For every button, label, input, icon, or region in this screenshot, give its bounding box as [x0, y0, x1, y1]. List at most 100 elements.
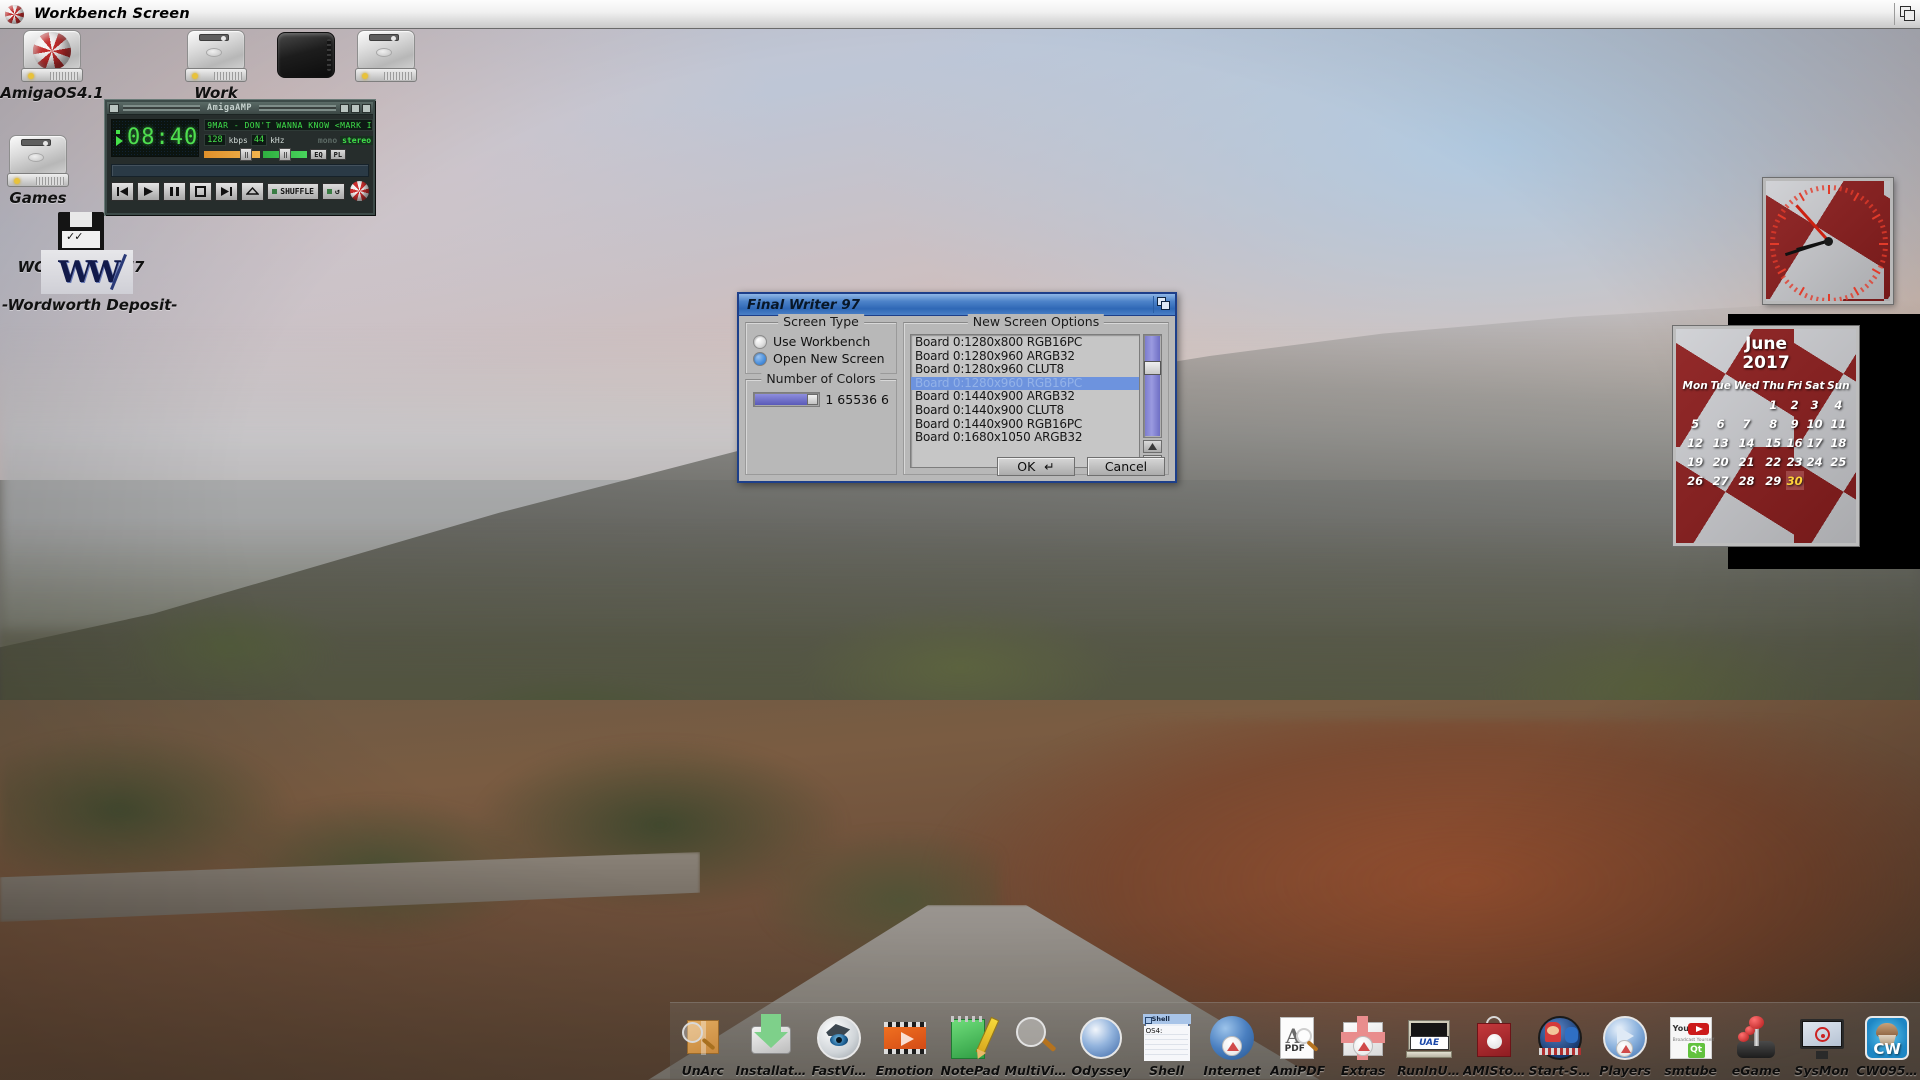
calendar-day[interactable]: 18	[1826, 433, 1851, 452]
scroll-up-button[interactable]	[1143, 440, 1162, 453]
dock-item-cw095[interactable]: CW CW095…	[1854, 1014, 1920, 1080]
dock-item-odyssey[interactable]: Odyssey	[1068, 1014, 1134, 1080]
amiga-ball-icon[interactable]	[349, 181, 369, 201]
radio-icon[interactable]	[753, 334, 767, 349]
balance-slider[interactable]	[263, 148, 308, 161]
amigaamp-title-bar[interactable]: AmigaAMP	[107, 102, 373, 115]
dialog-title-bar[interactable]: Final Writer 97	[739, 294, 1175, 316]
play-button[interactable]	[137, 181, 161, 201]
calendar-day[interactable]: 11	[1826, 414, 1851, 433]
list-item-selected[interactable]: Board 0:1280x960 RGB16PC	[911, 376, 1139, 391]
calendar-day[interactable]: 13	[1709, 433, 1732, 452]
screen-title-bar[interactable]: Workbench Screen	[0, 0, 1920, 29]
calendar-day[interactable]: 1	[1761, 395, 1786, 414]
repeat-button[interactable]: ↺	[322, 182, 345, 200]
list-item[interactable]: Board 0:1440x900 RGB16PC	[911, 417, 1139, 432]
amidock-bar[interactable]: UnArc Installat… FastVi… Emotion NotePad Mult…	[670, 1002, 1920, 1080]
amigaamp-window[interactable]: AmigaAMP 08:40 9MAR - DON'T WANNA KNOW <…	[105, 100, 375, 215]
calendar-day[interactable]: 3	[1804, 395, 1826, 414]
scrollbar-track[interactable]	[1143, 334, 1162, 438]
dock-item-notepad[interactable]: NotePad	[937, 1014, 1003, 1080]
window-gadgets[interactable]	[340, 103, 372, 113]
calendar-day[interactable]: 8	[1761, 414, 1786, 433]
calendar-day[interactable]: 16	[1786, 433, 1804, 452]
list-item[interactable]: Board 0:1440x900 CLUT8	[911, 403, 1139, 418]
calendar-day[interactable]: 12	[1681, 433, 1709, 452]
calendar-day[interactable]: 19	[1681, 452, 1709, 471]
dock-item-amisto[interactable]: AMISto…	[1461, 1014, 1527, 1080]
calendar-day[interactable]: 24	[1804, 452, 1826, 471]
dock-item-sysmon[interactable]: SysMon	[1789, 1014, 1855, 1080]
dock-item-shell[interactable]: Shell OS4: Shell	[1134, 1014, 1200, 1080]
calendar-day[interactable]: 23	[1786, 452, 1804, 471]
calendar-day[interactable]: 7	[1732, 414, 1761, 433]
dock-item-extras[interactable]: Extras	[1330, 1014, 1396, 1080]
calendar-day[interactable]: 2	[1786, 395, 1804, 414]
depth-gadget-icon[interactable]	[1153, 296, 1172, 313]
calendar-day[interactable]: 14	[1732, 433, 1761, 452]
calendar-day[interactable]: 21	[1732, 452, 1761, 471]
desktop-icon-amigaos41[interactable]: AmigaOS4.1	[0, 30, 108, 102]
list-item[interactable]: Board 0:1680x1050 ARGB32	[911, 431, 1139, 445]
calendar-day[interactable]: 10	[1804, 414, 1826, 433]
list-item[interactable]: Board 0:1440x900 ARGB32	[911, 390, 1139, 404]
desktop-icon-wordworth-deposit[interactable]: WW -Wordworth Deposit-	[2, 250, 177, 314]
listbox-scrollbar[interactable]	[1143, 334, 1162, 468]
list-item[interactable]: Board 0:1280x800 RGB16PC	[911, 335, 1139, 350]
dock-item-runinu[interactable]: UAE RunInU…	[1396, 1014, 1462, 1080]
dock-item-installat[interactable]: Installat…	[736, 1014, 806, 1080]
dock-item-internet[interactable]: Internet	[1199, 1014, 1265, 1080]
prev-track-button[interactable]	[111, 181, 135, 201]
calendar-day[interactable]: 6	[1709, 414, 1732, 433]
close-gadget-icon[interactable]	[109, 103, 119, 113]
colors-slider[interactable]	[753, 392, 821, 407]
calendar-day[interactable]: 20	[1709, 452, 1732, 471]
final-writer-dialog[interactable]: Final Writer 97 Screen Type Use Workbenc…	[737, 292, 1177, 483]
calendar-day[interactable]: 29	[1761, 471, 1786, 490]
list-item[interactable]: Board 0:1280x960 CLUT8	[911, 363, 1139, 377]
ok-button[interactable]: OK ↵	[997, 457, 1075, 476]
amigaamp-seek-bar[interactable]	[111, 164, 369, 177]
calendar-day[interactable]: 4	[1826, 395, 1851, 414]
calendar-day[interactable]: 26	[1681, 471, 1709, 490]
calendar-day[interactable]: 25	[1826, 452, 1851, 471]
pause-button[interactable]	[163, 181, 187, 201]
scrollbar-thumb[interactable]	[1144, 361, 1161, 375]
calendar-day[interactable]: 28	[1732, 471, 1761, 490]
calendar-day[interactable]: 5	[1681, 414, 1709, 433]
calendar-day[interactable]: 27	[1709, 471, 1732, 490]
dock-item-unarc[interactable]: UnArc	[670, 1014, 736, 1080]
dock-item-emotion[interactable]: Emotion	[872, 1014, 938, 1080]
desktop-icon-games[interactable]: Games	[0, 135, 94, 207]
screen-mode-listbox[interactable]: Board 0:1280x800 RGB16PC Board 0:1280x96…	[910, 334, 1140, 468]
cancel-button[interactable]: Cancel	[1087, 457, 1165, 476]
dock-item-starts[interactable]: Start-S…	[1527, 1014, 1593, 1080]
calendar-widget[interactable]: June 2017 Mon Tue Wed Thu Fri Sat Sun 12345678…	[1673, 326, 1859, 546]
shuffle-button[interactable]: SHUFFLE	[267, 182, 319, 200]
stop-button[interactable]	[189, 181, 213, 201]
list-item[interactable]: Board 0:1280x960 ARGB32	[911, 349, 1139, 364]
analog-clock-widget[interactable]	[1763, 178, 1893, 304]
calendar-day[interactable]: 17	[1804, 433, 1826, 452]
calendar-day-today[interactable]: 30	[1785, 471, 1804, 490]
radio-use-workbench[interactable]: Use Workbench	[753, 333, 889, 350]
desktop-icon-drive-3[interactable]	[330, 30, 442, 82]
dock-item-egame[interactable]: eGame	[1723, 1014, 1789, 1080]
dock-item-smtube[interactable]: You Broadcast Yourself Qt smtube	[1658, 1014, 1724, 1080]
dock-item-multivi[interactable]: MultiVi…	[1003, 1014, 1069, 1080]
volume-slider[interactable]	[204, 148, 261, 161]
playlist-button[interactable]: PL	[329, 149, 347, 160]
next-track-button[interactable]	[215, 181, 239, 201]
eq-button[interactable]: EQ	[310, 149, 327, 160]
radio-open-new-screen[interactable]: Open New Screen	[753, 350, 889, 367]
dock-item-amipdf[interactable]: A PDF AmiPDF	[1265, 1014, 1331, 1080]
calendar-day[interactable]: 15	[1761, 433, 1786, 452]
depth-gadget-icon[interactable]	[1894, 3, 1916, 25]
calendar-day[interactable]: 9	[1786, 414, 1804, 433]
calendar-day[interactable]: 22	[1761, 452, 1786, 471]
eject-button[interactable]	[241, 181, 265, 201]
dock-item-players[interactable]: Players	[1592, 1014, 1658, 1080]
radio-icon-selected[interactable]	[753, 351, 767, 366]
dock-item-fastvi[interactable]: FastVi…	[806, 1014, 872, 1080]
slider-thumb[interactable]	[807, 394, 819, 405]
